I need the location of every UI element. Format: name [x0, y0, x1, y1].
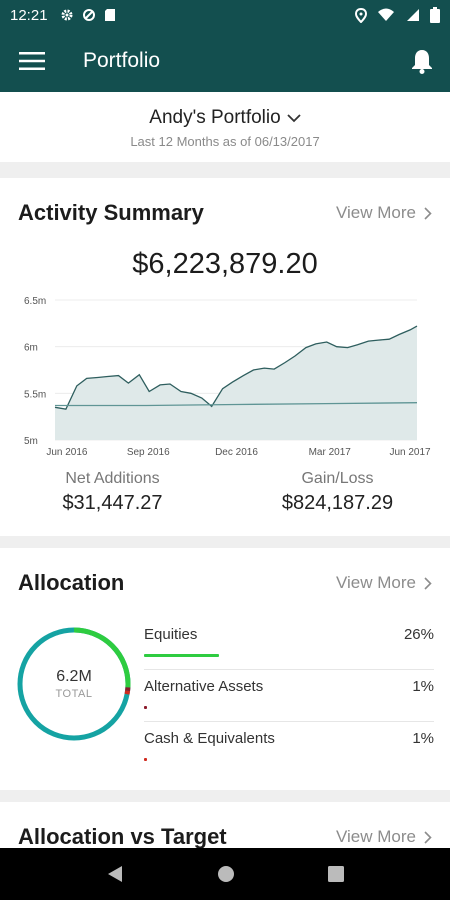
allocation-list: Equities 26% Alternative Assets 1% Cash & Eq…: [144, 618, 434, 774]
net-additions-label: Net Additions: [65, 470, 160, 487]
back-icon[interactable]: [106, 865, 124, 883]
notifications-button[interactable]: [394, 30, 450, 92]
portfolio-name: Andy's Portfolio: [149, 107, 281, 128]
portfolio-total-value: $6,223,879.20: [132, 248, 318, 280]
allocation-card: Allocation View More 6.2M TOTAL Equities…: [0, 548, 450, 790]
view-more-label: View More: [336, 203, 416, 222]
signal-icon: [407, 9, 419, 21]
chevron-right-icon: [424, 576, 432, 590]
view-more-label: View More: [336, 827, 416, 846]
portfolio-selector[interactable]: Andy's Portfolio: [149, 107, 301, 129]
status-time: 12:21: [10, 6, 48, 24]
y-tick-label: 5m: [24, 436, 38, 447]
chevron-down-icon: [287, 113, 301, 122]
allocation-name: Equities: [144, 626, 198, 643]
net-additions-stat: Net Additions $31,447.27: [0, 470, 225, 515]
allocation-row: Alternative Assets 1%: [144, 670, 434, 722]
x-tick-label: Sep 2016: [127, 447, 170, 458]
activity-summary-title: Activity Summary: [18, 200, 204, 225]
allocation-view-more-link[interactable]: View More: [336, 573, 432, 593]
allocation-bar: [144, 758, 147, 761]
bell-icon: [412, 50, 432, 74]
sync-icon: [82, 9, 95, 21]
system-nav-bar: [0, 848, 450, 900]
net-additions-value: $31,447.27: [62, 492, 163, 514]
gain-loss-label: Gain/Loss: [301, 470, 374, 487]
allocation-name: Cash & Equivalents: [144, 730, 275, 747]
y-tick-label: 6.5m: [24, 296, 46, 307]
x-tick-label: Dec 2016: [215, 447, 258, 458]
gain-loss-stat: Gain/Loss $824,187.29: [225, 470, 450, 515]
activity-summary-card: Activity Summary View More $6,223,879.20…: [0, 178, 450, 536]
activity-stats: Net Additions $31,447.27 Gain/Loss $824,…: [0, 470, 450, 515]
x-tick-label: Jun 2017: [389, 447, 431, 458]
location-icon: [355, 7, 367, 23]
portfolio-header: Andy's Portfolio Last 12 Months as of 06…: [0, 92, 450, 162]
allocation-bar: [144, 706, 147, 709]
allocation-percent: 26%: [403, 626, 434, 643]
chevron-right-icon: [424, 206, 432, 220]
donut-total-value: 6.2M: [56, 668, 92, 685]
allocation-target-view-more-link[interactable]: View More: [336, 827, 432, 847]
home-icon[interactable]: [217, 865, 235, 883]
x-tick-label: Mar 2017: [309, 447, 352, 458]
y-tick-label: 6m: [24, 343, 38, 354]
recents-icon[interactable]: [327, 866, 344, 882]
allocation-vs-target-card: Allocation vs Target View More: [0, 802, 450, 850]
menu-button[interactable]: [0, 30, 64, 92]
status-bar: 12:21: [0, 0, 450, 30]
allocation-bar: [144, 654, 220, 657]
gain-loss-value: $824,187.29: [281, 492, 394, 514]
portfolio-subtitle: Last 12 Months as of 06/13/2017: [130, 134, 320, 149]
activity-chart: 6.5m 6m 5.5m 5m Jun 2016 Sep 2016 Dec 2016 Mar…: [24, 296, 431, 458]
chevron-right-icon: [424, 830, 432, 844]
gear-icon: [61, 9, 73, 21]
y-tick-label: 5.5m: [24, 389, 46, 400]
view-more-label: View More: [336, 573, 416, 592]
allocation-name: Alternative Assets: [144, 678, 264, 695]
donut-total-label: TOTAL: [55, 688, 93, 700]
wifi-icon: [378, 8, 394, 21]
allocation-vs-target-title: Allocation vs Target: [18, 824, 227, 849]
battery-icon: [430, 7, 440, 23]
chart-y-axis: 6.5m 6m 5.5m 5m: [24, 296, 46, 447]
allocation-title: Allocation: [18, 570, 125, 595]
app-title: Portfolio: [83, 49, 161, 72]
allocation-percent: 1%: [412, 730, 434, 747]
allocation-percent: 1%: [412, 678, 434, 695]
app-bar: Portfolio: [0, 30, 450, 92]
hamburger-icon: [19, 52, 45, 70]
sd-card-icon: [104, 9, 115, 21]
chart-series: [54, 325, 418, 440]
donut-center: 6.2M TOTAL: [16, 626, 132, 742]
allocation-row: Equities 26%: [144, 618, 434, 670]
chart-x-axis: Jun 2016 Sep 2016 Dec 2016 Mar 2017 Jun 2017: [46, 447, 431, 458]
activity-view-more-link[interactable]: View More: [336, 203, 432, 223]
allocation-row: Cash & Equivalents 1%: [144, 722, 434, 774]
x-tick-label: Jun 2016: [46, 447, 88, 458]
